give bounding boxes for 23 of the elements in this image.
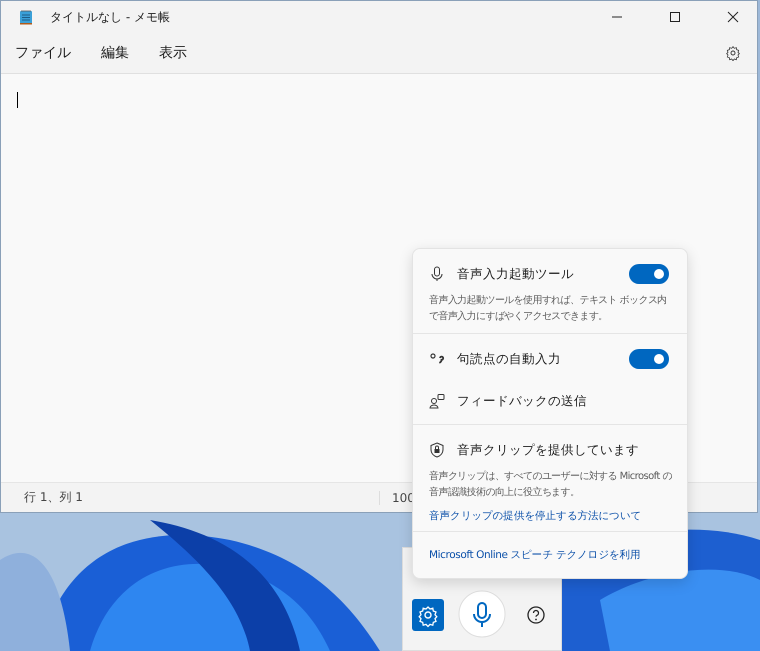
setting-label: 音声クリップを提供しています [457,442,639,458]
cursor-position: 行 1、列 1 [24,489,84,506]
settings-icon[interactable] [725,45,741,61]
setting-label: 音声入力起動ツール [457,266,574,282]
menu-item[interactable]: ファイル [15,40,71,66]
microphone-button[interactable] [458,590,506,638]
setting-description: 音声入力起動ツールを使用すれば、テキスト ボックス内で音声入力にすばやくアクセスできます。 [429,294,668,324]
online-speech-link[interactable]: Microsoft Online スピーチ テクノロジを利用 [429,542,673,570]
settings-icon[interactable] [412,599,444,631]
notepad-icon [19,9,33,25]
window-title: タイトルなし - メモ帳 [50,8,170,26]
setting-description: 音声クリップは、すべてのユーザーに対する Microsoft の音声認識技術の向上に役立ちます。 [429,470,673,500]
people-icon [429,393,445,409]
menu-item[interactable]: 表示 [159,40,187,66]
help-icon[interactable] [526,605,546,625]
shield-icon [429,442,445,458]
help-link[interactable]: 音声クリップの提供を停止する方法について [429,509,673,523]
toggle-switch[interactable] [629,264,669,284]
menu-item[interactable]: 編集 [101,40,129,66]
feedback-link[interactable]: フィードバックの送信 [457,392,587,410]
toggle-switch[interactable] [629,349,669,369]
setting-label: 句読点の自動入力 [457,350,561,368]
microphone-icon [429,266,445,282]
